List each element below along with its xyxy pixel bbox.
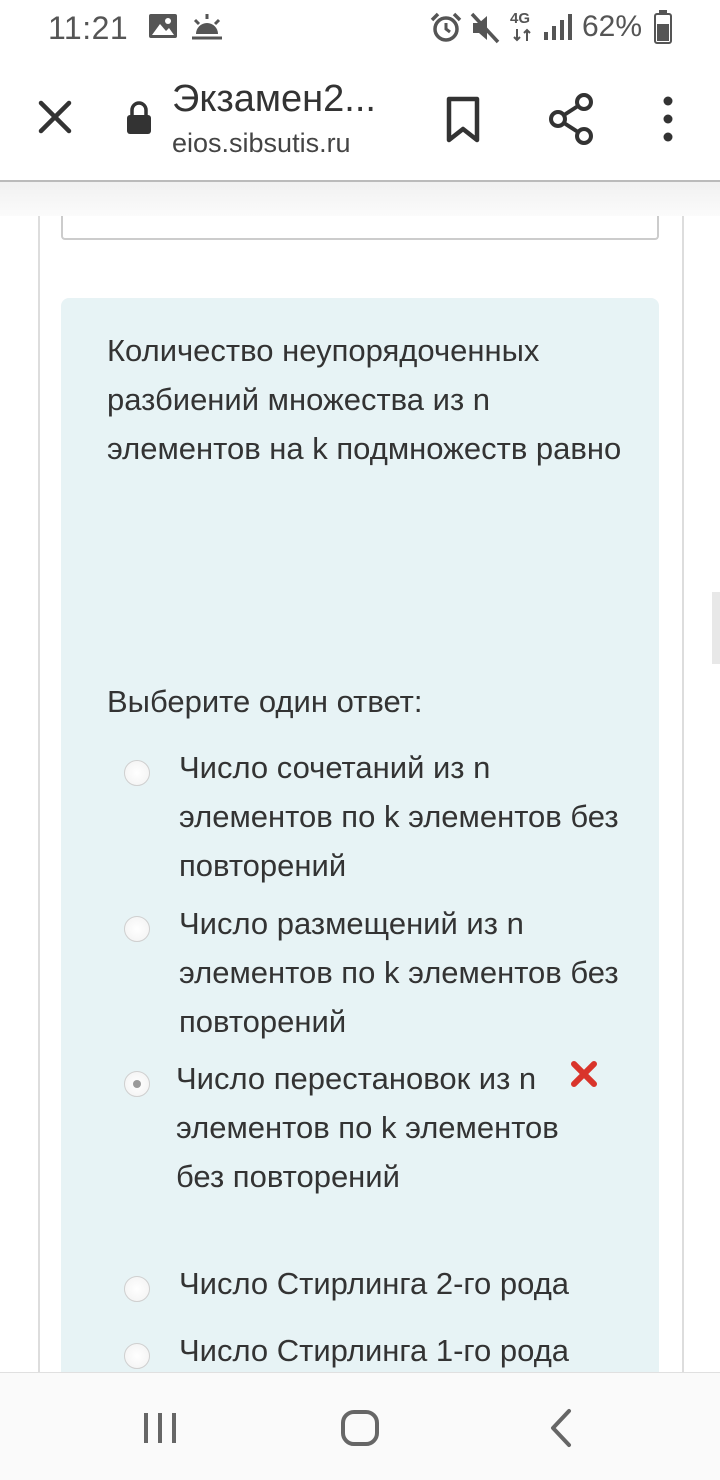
radio-button-checked[interactable]: [124, 1071, 150, 1097]
lock-icon: [127, 101, 151, 134]
weather-icon: [192, 14, 222, 40]
data-arrows-icon: [513, 28, 531, 42]
status-bar: 11:21 4G 62%: [0, 0, 720, 58]
question-text: Количество неупорядоченных разбиений мно…: [107, 333, 622, 466]
mute-icon: [470, 12, 500, 44]
gallery-icon: [149, 14, 177, 38]
back-icon[interactable]: [537, 1403, 587, 1453]
status-time: 11:21: [48, 10, 129, 46]
network-type: 4G: [510, 10, 531, 27]
answer-label[interactable]: Число размещений из n элементов по k эле…: [179, 899, 619, 1046]
recent-apps-icon[interactable]: [135, 1403, 185, 1453]
more-icon[interactable]: [650, 94, 686, 144]
answer-label[interactable]: Число Стирлинга 1-го рода: [179, 1326, 619, 1375]
home-icon[interactable]: [335, 1403, 385, 1453]
radio-button[interactable]: [124, 1343, 150, 1369]
battery-percent: 62%: [582, 10, 643, 43]
toolbar-shadow: [0, 182, 720, 216]
question-card: Количество неупорядоченных разбиений мно…: [61, 298, 659, 1398]
system-nav-bar: [0, 1372, 720, 1480]
radio-button[interactable]: [124, 760, 150, 786]
radio-button[interactable]: [124, 1276, 150, 1302]
answer-label[interactable]: Число Стирлинга 2-го рода: [179, 1259, 619, 1308]
alarm-icon: [430, 12, 462, 42]
browser-toolbar: Экзамен2... eios.sibsutis.ru: [0, 58, 720, 180]
battery-icon: [654, 10, 672, 44]
page-url[interactable]: eios.sibsutis.ru: [172, 128, 351, 159]
radio-button[interactable]: [124, 916, 150, 942]
bookmark-icon[interactable]: [438, 94, 488, 144]
answer-label[interactable]: Число сочетаний из n элементов по k элем…: [179, 743, 619, 890]
previous-question-box: [61, 216, 659, 240]
close-icon[interactable]: [30, 92, 80, 142]
answer-label[interactable]: Число перестановок из n элементов по k э…: [176, 1054, 576, 1201]
answer-prompt: Выберите один ответ:: [107, 684, 423, 719]
share-icon[interactable]: [546, 92, 596, 146]
page-title[interactable]: Экзамен2...: [172, 78, 376, 121]
signal-icon: [544, 14, 572, 40]
scroll-indicator[interactable]: [712, 592, 720, 664]
incorrect-mark-icon: [571, 1061, 597, 1087]
